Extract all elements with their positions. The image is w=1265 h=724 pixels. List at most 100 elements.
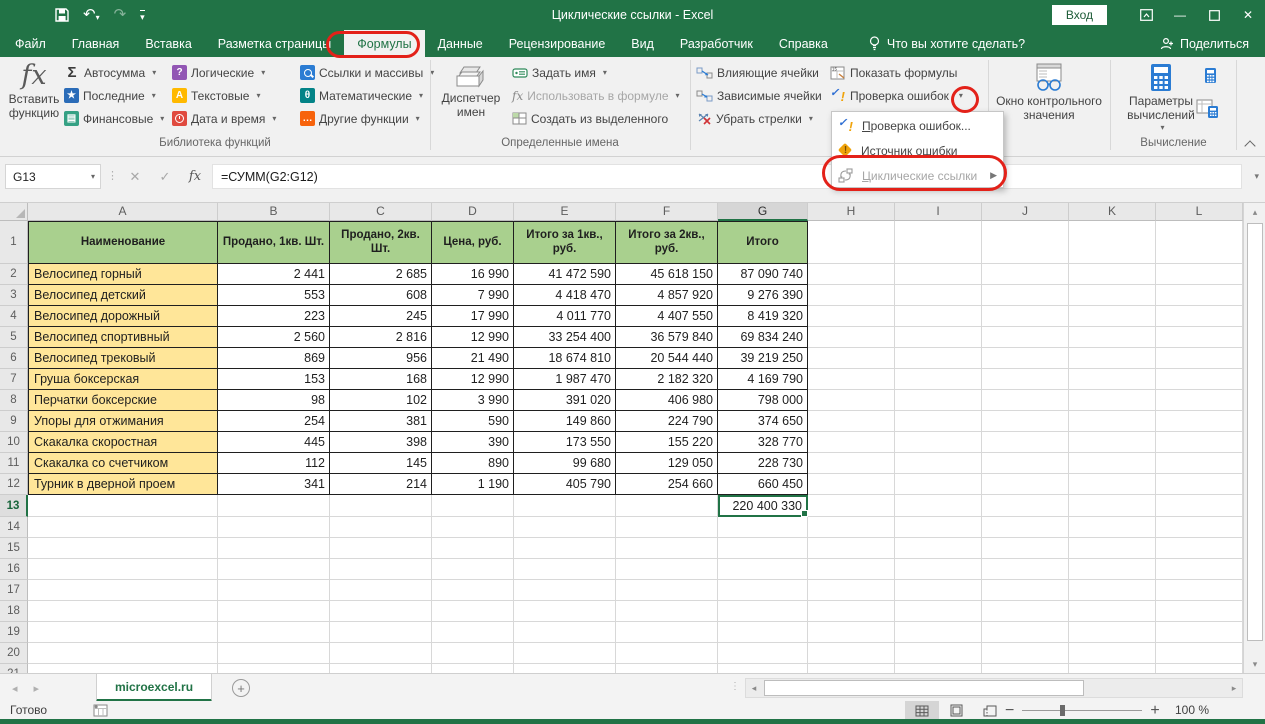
cell-J4[interactable] (982, 306, 1069, 327)
cell-G11[interactable]: 228 730 (718, 453, 808, 474)
close-button[interactable]: ✕ (1231, 0, 1265, 30)
cell-D8[interactable]: 3 990 (432, 390, 514, 411)
cell-J11[interactable] (982, 453, 1069, 474)
cell-J10[interactable] (982, 432, 1069, 453)
cell-B7[interactable]: 153 (218, 369, 330, 390)
cell-G14[interactable] (718, 517, 808, 538)
scroll-left-icon[interactable]: ◂ (746, 679, 762, 697)
lookup-reference-button[interactable]: Ссылки и массивы (300, 62, 434, 83)
column-header-C[interactable]: C (330, 203, 432, 221)
cell-F12[interactable]: 254 660 (616, 474, 718, 495)
zoom-level[interactable]: 100 % (1175, 703, 1209, 717)
cell-E9[interactable]: 149 860 (514, 411, 616, 432)
select-all-corner[interactable] (0, 203, 28, 221)
cell-I2[interactable] (895, 264, 982, 285)
row-header-20[interactable]: 20 (0, 643, 28, 664)
row-header-7[interactable]: 7 (0, 369, 28, 390)
cell-D14[interactable] (432, 517, 514, 538)
more-functions-button[interactable]: …Другие функции (300, 108, 434, 129)
cell-D18[interactable] (432, 601, 514, 622)
save-icon[interactable] (55, 8, 69, 22)
cell-F5[interactable]: 36 579 840 (616, 327, 718, 348)
cell-C8[interactable]: 102 (330, 390, 432, 411)
cell-L11[interactable] (1156, 453, 1243, 474)
define-name-button[interactable]: Задать имя (512, 62, 680, 83)
cell-L16[interactable] (1156, 559, 1243, 580)
cell-C6[interactable]: 956 (330, 348, 432, 369)
cell-G10[interactable]: 328 770 (718, 432, 808, 453)
cell-E6[interactable]: 18 674 810 (514, 348, 616, 369)
expand-formula-bar-icon[interactable]: ▾ (1254, 171, 1259, 182)
cell-H16[interactable] (808, 559, 895, 580)
ribbon-display-options-button[interactable] (1129, 0, 1163, 30)
error-checking-dropdown-icon[interactable]: ▾ (959, 91, 963, 100)
cell-A3[interactable]: Велосипед детский (28, 285, 218, 306)
cell-F16[interactable] (616, 559, 718, 580)
cell-E15[interactable] (514, 538, 616, 559)
cell-J9[interactable] (982, 411, 1069, 432)
cell-D9[interactable]: 590 (432, 411, 514, 432)
cell-F10[interactable]: 155 220 (616, 432, 718, 453)
cell-K7[interactable] (1069, 369, 1156, 390)
cell-J13[interactable] (982, 495, 1069, 517)
column-header-E[interactable]: E (514, 203, 616, 221)
cell-F3[interactable]: 4 857 920 (616, 285, 718, 306)
row-header-17[interactable]: 17 (0, 580, 28, 601)
cell-J8[interactable] (982, 390, 1069, 411)
row-header-4[interactable]: 4 (0, 306, 28, 327)
cell-E14[interactable] (514, 517, 616, 538)
cell-L6[interactable] (1156, 348, 1243, 369)
cell-B21[interactable] (218, 664, 330, 673)
cell-A17[interactable] (28, 580, 218, 601)
cell-E16[interactable] (514, 559, 616, 580)
scroll-right-icon[interactable]: ▸ (1226, 679, 1242, 697)
cell-K10[interactable] (1069, 432, 1156, 453)
cell-J5[interactable] (982, 327, 1069, 348)
macro-record-icon[interactable] (93, 704, 108, 717)
cell-B5[interactable]: 2 560 (218, 327, 330, 348)
zoom-out-icon[interactable]: − (1005, 702, 1014, 720)
cell-C15[interactable] (330, 538, 432, 559)
cell-I19[interactable] (895, 622, 982, 643)
cell-G3[interactable]: 9 276 390 (718, 285, 808, 306)
cell-C21[interactable] (330, 664, 432, 673)
cell-L8[interactable] (1156, 390, 1243, 411)
cell-B3[interactable]: 553 (218, 285, 330, 306)
cell-H8[interactable] (808, 390, 895, 411)
cell-A1[interactable]: Наименование (28, 221, 218, 264)
cell-K13[interactable] (1069, 495, 1156, 517)
cell-I8[interactable] (895, 390, 982, 411)
tell-me-box[interactable]: Что вы хотите сделать? (869, 30, 1025, 57)
row-header-8[interactable]: 8 (0, 390, 28, 411)
menu-item-error-source[interactable]: ! Источник ошибки (832, 138, 1003, 163)
cell-E20[interactable] (514, 643, 616, 664)
zoom-slider[interactable] (1022, 710, 1142, 711)
row-header-18[interactable]: 18 (0, 601, 28, 622)
cell-E11[interactable]: 99 680 (514, 453, 616, 474)
cell-H12[interactable] (808, 474, 895, 495)
customize-qat-icon[interactable]: ▾ (140, 10, 145, 23)
cell-H20[interactable] (808, 643, 895, 664)
row-header-16[interactable]: 16 (0, 559, 28, 580)
cell-D11[interactable]: 890 (432, 453, 514, 474)
cell-K9[interactable] (1069, 411, 1156, 432)
cell-H9[interactable] (808, 411, 895, 432)
cell-F17[interactable] (616, 580, 718, 601)
cell-C9[interactable]: 381 (330, 411, 432, 432)
insert-function-button[interactable]: fx Вставить функцию (6, 62, 62, 121)
cell-L13[interactable] (1156, 495, 1243, 517)
normal-view-button[interactable] (905, 701, 939, 720)
autosum-button[interactable]: ΣАвтосумма (64, 62, 164, 83)
cell-F4[interactable]: 4 407 550 (616, 306, 718, 327)
cell-A16[interactable] (28, 559, 218, 580)
cell-E12[interactable]: 405 790 (514, 474, 616, 495)
cell-L15[interactable] (1156, 538, 1243, 559)
tab-help[interactable]: Справка (766, 30, 841, 57)
cell-G13[interactable]: 220 400 330 (718, 495, 808, 517)
cell-K21[interactable] (1069, 664, 1156, 673)
cell-D20[interactable] (432, 643, 514, 664)
cell-C7[interactable]: 168 (330, 369, 432, 390)
cell-B17[interactable] (218, 580, 330, 601)
calculate-now-icon[interactable] (1203, 67, 1218, 85)
tab-file[interactable]: Файл (2, 30, 59, 57)
